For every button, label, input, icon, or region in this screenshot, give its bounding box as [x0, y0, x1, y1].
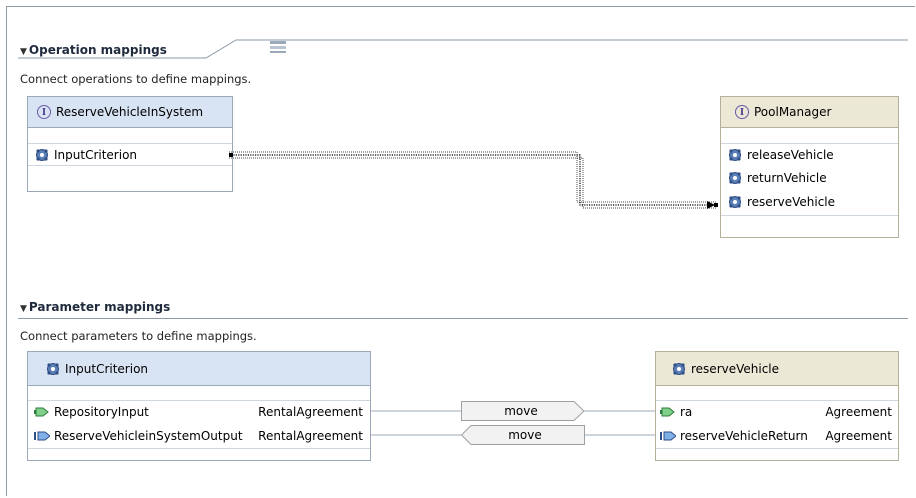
source-interface-box[interactable]: I ReserveVehicleInSystem InputCriterion: [27, 96, 233, 192]
source-parameter-name: ReserveVehicleinSystemOutput: [54, 429, 243, 443]
source-interface-title: ReserveVehicleInSystem: [56, 105, 204, 119]
move-transform-label: move: [508, 428, 542, 442]
source-parameter-type: RentalAgreement: [258, 404, 363, 419]
source-parameter-row[interactable]: ReserveVehicleinSystemOutput RentalAgree…: [28, 425, 370, 447]
gear-icon: [36, 148, 48, 161]
target-operation-label: releaseVehicle: [747, 147, 834, 162]
source-parameter-type: RentalAgreement: [258, 429, 363, 443]
target-parameter-name: ra: [680, 404, 693, 419]
target-interface-header: I PoolManager: [721, 97, 898, 128]
source-operation-label: InputCriterion: [54, 147, 138, 162]
layout-toolbar-icon[interactable]: [270, 40, 286, 54]
target-parameter-header: reserveVehicle: [656, 352, 898, 386]
parameter-mappings-title: Parameter mappings: [28, 300, 171, 314]
target-parameter-row[interactable]: reserveVehicleReturn Agreement: [656, 425, 898, 447]
target-parameter-title: reserveVehicle: [691, 361, 780, 376]
move-transform-button[interactable]: move: [461, 425, 585, 445]
gear-icon: [729, 172, 741, 184]
target-operation-row[interactable]: reserveVehicle: [721, 191, 898, 213]
source-interface-header: I ReserveVehicleInSystem: [28, 97, 232, 128]
interface-icon: I: [735, 105, 749, 119]
source-parameter-row[interactable]: RepositoryInput RentalAgreement: [28, 400, 370, 422]
gear-icon: [729, 148, 741, 161]
move-transform-label: move: [504, 404, 538, 418]
output-pin-icon: [660, 431, 676, 441]
target-interface-box[interactable]: I PoolManager releaseVehicle returnVehic…: [720, 96, 899, 238]
gear-icon: [47, 362, 59, 375]
target-empty-row: [656, 448, 898, 470]
target-empty-row: [721, 215, 898, 237]
source-empty-row: [28, 165, 232, 187]
target-parameter-box[interactable]: reserveVehicle ra Agreement reserveVehic…: [655, 351, 899, 461]
source-parameter-box[interactable]: InputCriterion RepositoryInput RentalAgr…: [27, 351, 371, 461]
operation-mappings-description: Connect operations to define mappings.: [20, 72, 252, 86]
source-empty-row: [28, 448, 370, 470]
target-parameter-type: Agreement: [825, 429, 892, 443]
gear-icon: [729, 196, 741, 208]
target-interface-title: PoolManager: [754, 105, 832, 119]
move-transform-button[interactable]: move: [461, 401, 585, 421]
source-parameter-header: InputCriterion: [28, 352, 370, 386]
source-parameter-name: RepositoryInput: [54, 404, 149, 419]
input-pin-icon: [34, 407, 49, 416]
collapse-triangle-icon[interactable]: ▼: [20, 304, 27, 314]
target-operation-row[interactable]: releaseVehicle: [721, 143, 898, 165]
source-parameter-title: InputCriterion: [65, 361, 149, 376]
parameter-section-divider: [18, 318, 908, 319]
input-pin-icon: [660, 407, 675, 416]
target-parameter-name: reserveVehicleReturn: [680, 429, 808, 443]
gear-icon: [673, 362, 685, 375]
target-operation-label: reserveVehicle: [747, 195, 836, 209]
target-operation-row[interactable]: returnVehicle: [721, 167, 898, 189]
source-operation-row[interactable]: InputCriterion: [28, 143, 232, 165]
parameter-mappings-header[interactable]: ▼ Parameter mappings: [20, 300, 170, 314]
parameter-mappings-description: Connect parameters to define mappings.: [20, 329, 257, 343]
target-parameter-row[interactable]: ra Agreement: [656, 400, 898, 422]
operation-connection-wire[interactable]: [225, 148, 730, 214]
section-tab-outline: [18, 39, 908, 59]
target-parameter-type: Agreement: [825, 404, 892, 419]
output-pin-icon: [34, 431, 50, 441]
interface-icon: I: [37, 105, 51, 119]
target-operation-label: returnVehicle: [747, 171, 827, 185]
